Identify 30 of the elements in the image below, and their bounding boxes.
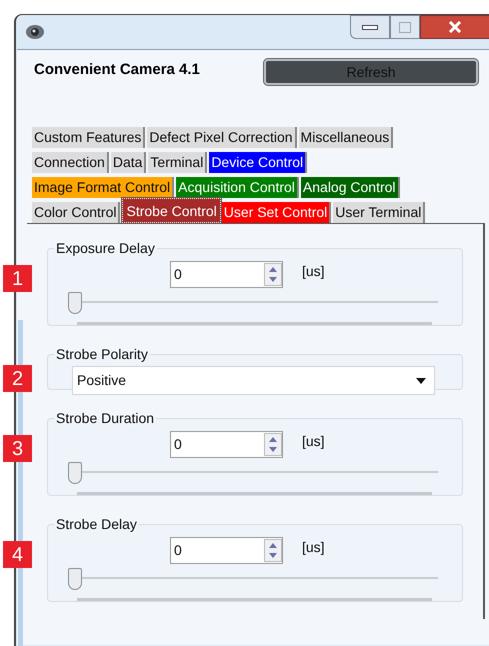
group-title: Exposure Delay	[55, 239, 156, 258]
app-title: Convenient Camera 4.1	[34, 60, 201, 80]
tab[interactable]: Data	[110, 152, 146, 173]
callout-number: 4	[3, 541, 32, 568]
tab[interactable]: Analog Control	[300, 177, 400, 198]
tab[interactable]: Image Format Control	[32, 177, 174, 198]
spin-box[interactable]: 0	[170, 537, 283, 564]
tab[interactable]: Defect Pixel Correction	[147, 127, 297, 148]
tab[interactable]: User Set Control	[222, 202, 332, 223]
spin-box[interactable]: 0	[170, 431, 283, 458]
tab[interactable]: Miscellaneous	[298, 127, 394, 148]
tab[interactable]: Custom Features	[32, 127, 146, 148]
unit-label: [us]	[302, 538, 325, 557]
dropdown[interactable]: Positive	[72, 366, 435, 395]
tab[interactable]: User Terminal	[333, 202, 426, 223]
tab[interactable]: Color Control	[32, 202, 120, 223]
tab[interactable]: Device Control	[209, 152, 308, 173]
tab[interactable]: Strobe Control	[122, 198, 221, 223]
unit-label: [us]	[302, 262, 325, 281]
callout-number: 2	[3, 365, 32, 392]
spin-box[interactable]: 0	[170, 261, 283, 288]
group-title: Strobe Delay	[55, 515, 138, 534]
unit-label: [us]	[302, 432, 325, 451]
callout-number: 1	[3, 265, 32, 292]
tab[interactable]: Terminal	[148, 152, 208, 173]
group-title: Strobe Duration	[55, 409, 156, 428]
tab[interactable]: Acquisition Control	[176, 177, 299, 198]
group-title: Strobe Polarity	[55, 345, 149, 364]
callout-number: 3	[3, 435, 32, 462]
tab[interactable]: Connection	[32, 152, 109, 173]
